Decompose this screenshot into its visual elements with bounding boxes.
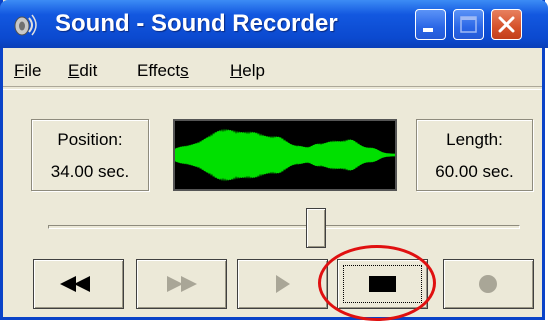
- menu-help[interactable]: Help: [230, 61, 265, 81]
- maximize-icon: [460, 16, 477, 33]
- play-icon: [276, 275, 290, 293]
- position-value: 34.00 sec.: [50, 162, 130, 181]
- seek-to-start-button[interactable]: [33, 259, 124, 309]
- menu-separator: [3, 86, 542, 90]
- waveform-display: [173, 119, 397, 191]
- length-label: Length:: [446, 130, 503, 149]
- menu-edit[interactable]: Edit: [68, 61, 97, 81]
- maximize-button[interactable]: [453, 9, 484, 40]
- record-icon: [479, 275, 497, 293]
- waveform-graph: [175, 128, 395, 182]
- title-bar[interactable]: Sound - Sound Recorder: [0, 0, 548, 48]
- play-button[interactable]: [237, 259, 328, 309]
- fast-forward-icon: [167, 276, 197, 292]
- position-box: Position: 34.00 sec.: [31, 119, 149, 191]
- position-label: Position:: [57, 130, 123, 149]
- minimize-icon: [423, 28, 433, 32]
- menu-bar: File Edit Effects Help: [3, 48, 542, 88]
- length-box: Length: 60.00 sec.: [416, 119, 533, 191]
- close-icon: [498, 16, 515, 33]
- menu-file[interactable]: File: [14, 61, 41, 81]
- minimize-button[interactable]: [415, 9, 446, 40]
- sound-recorder-window: Sound - Sound Recorder File Edit Effects…: [0, 0, 548, 320]
- record-button[interactable]: [443, 259, 534, 309]
- speaker-app-icon: [14, 14, 37, 36]
- seek-slider-thumb[interactable]: [306, 208, 326, 248]
- close-button[interactable]: [491, 9, 522, 40]
- window-title: Sound - Sound Recorder: [55, 10, 338, 37]
- seek-to-end-button[interactable]: [136, 259, 227, 309]
- annotation-circle: [318, 245, 436, 321]
- seek-slider-track[interactable]: [48, 225, 520, 229]
- menu-effects[interactable]: Effects: [137, 61, 189, 81]
- length-value: 60.00 sec.: [435, 162, 514, 181]
- rewind-icon: [60, 276, 90, 292]
